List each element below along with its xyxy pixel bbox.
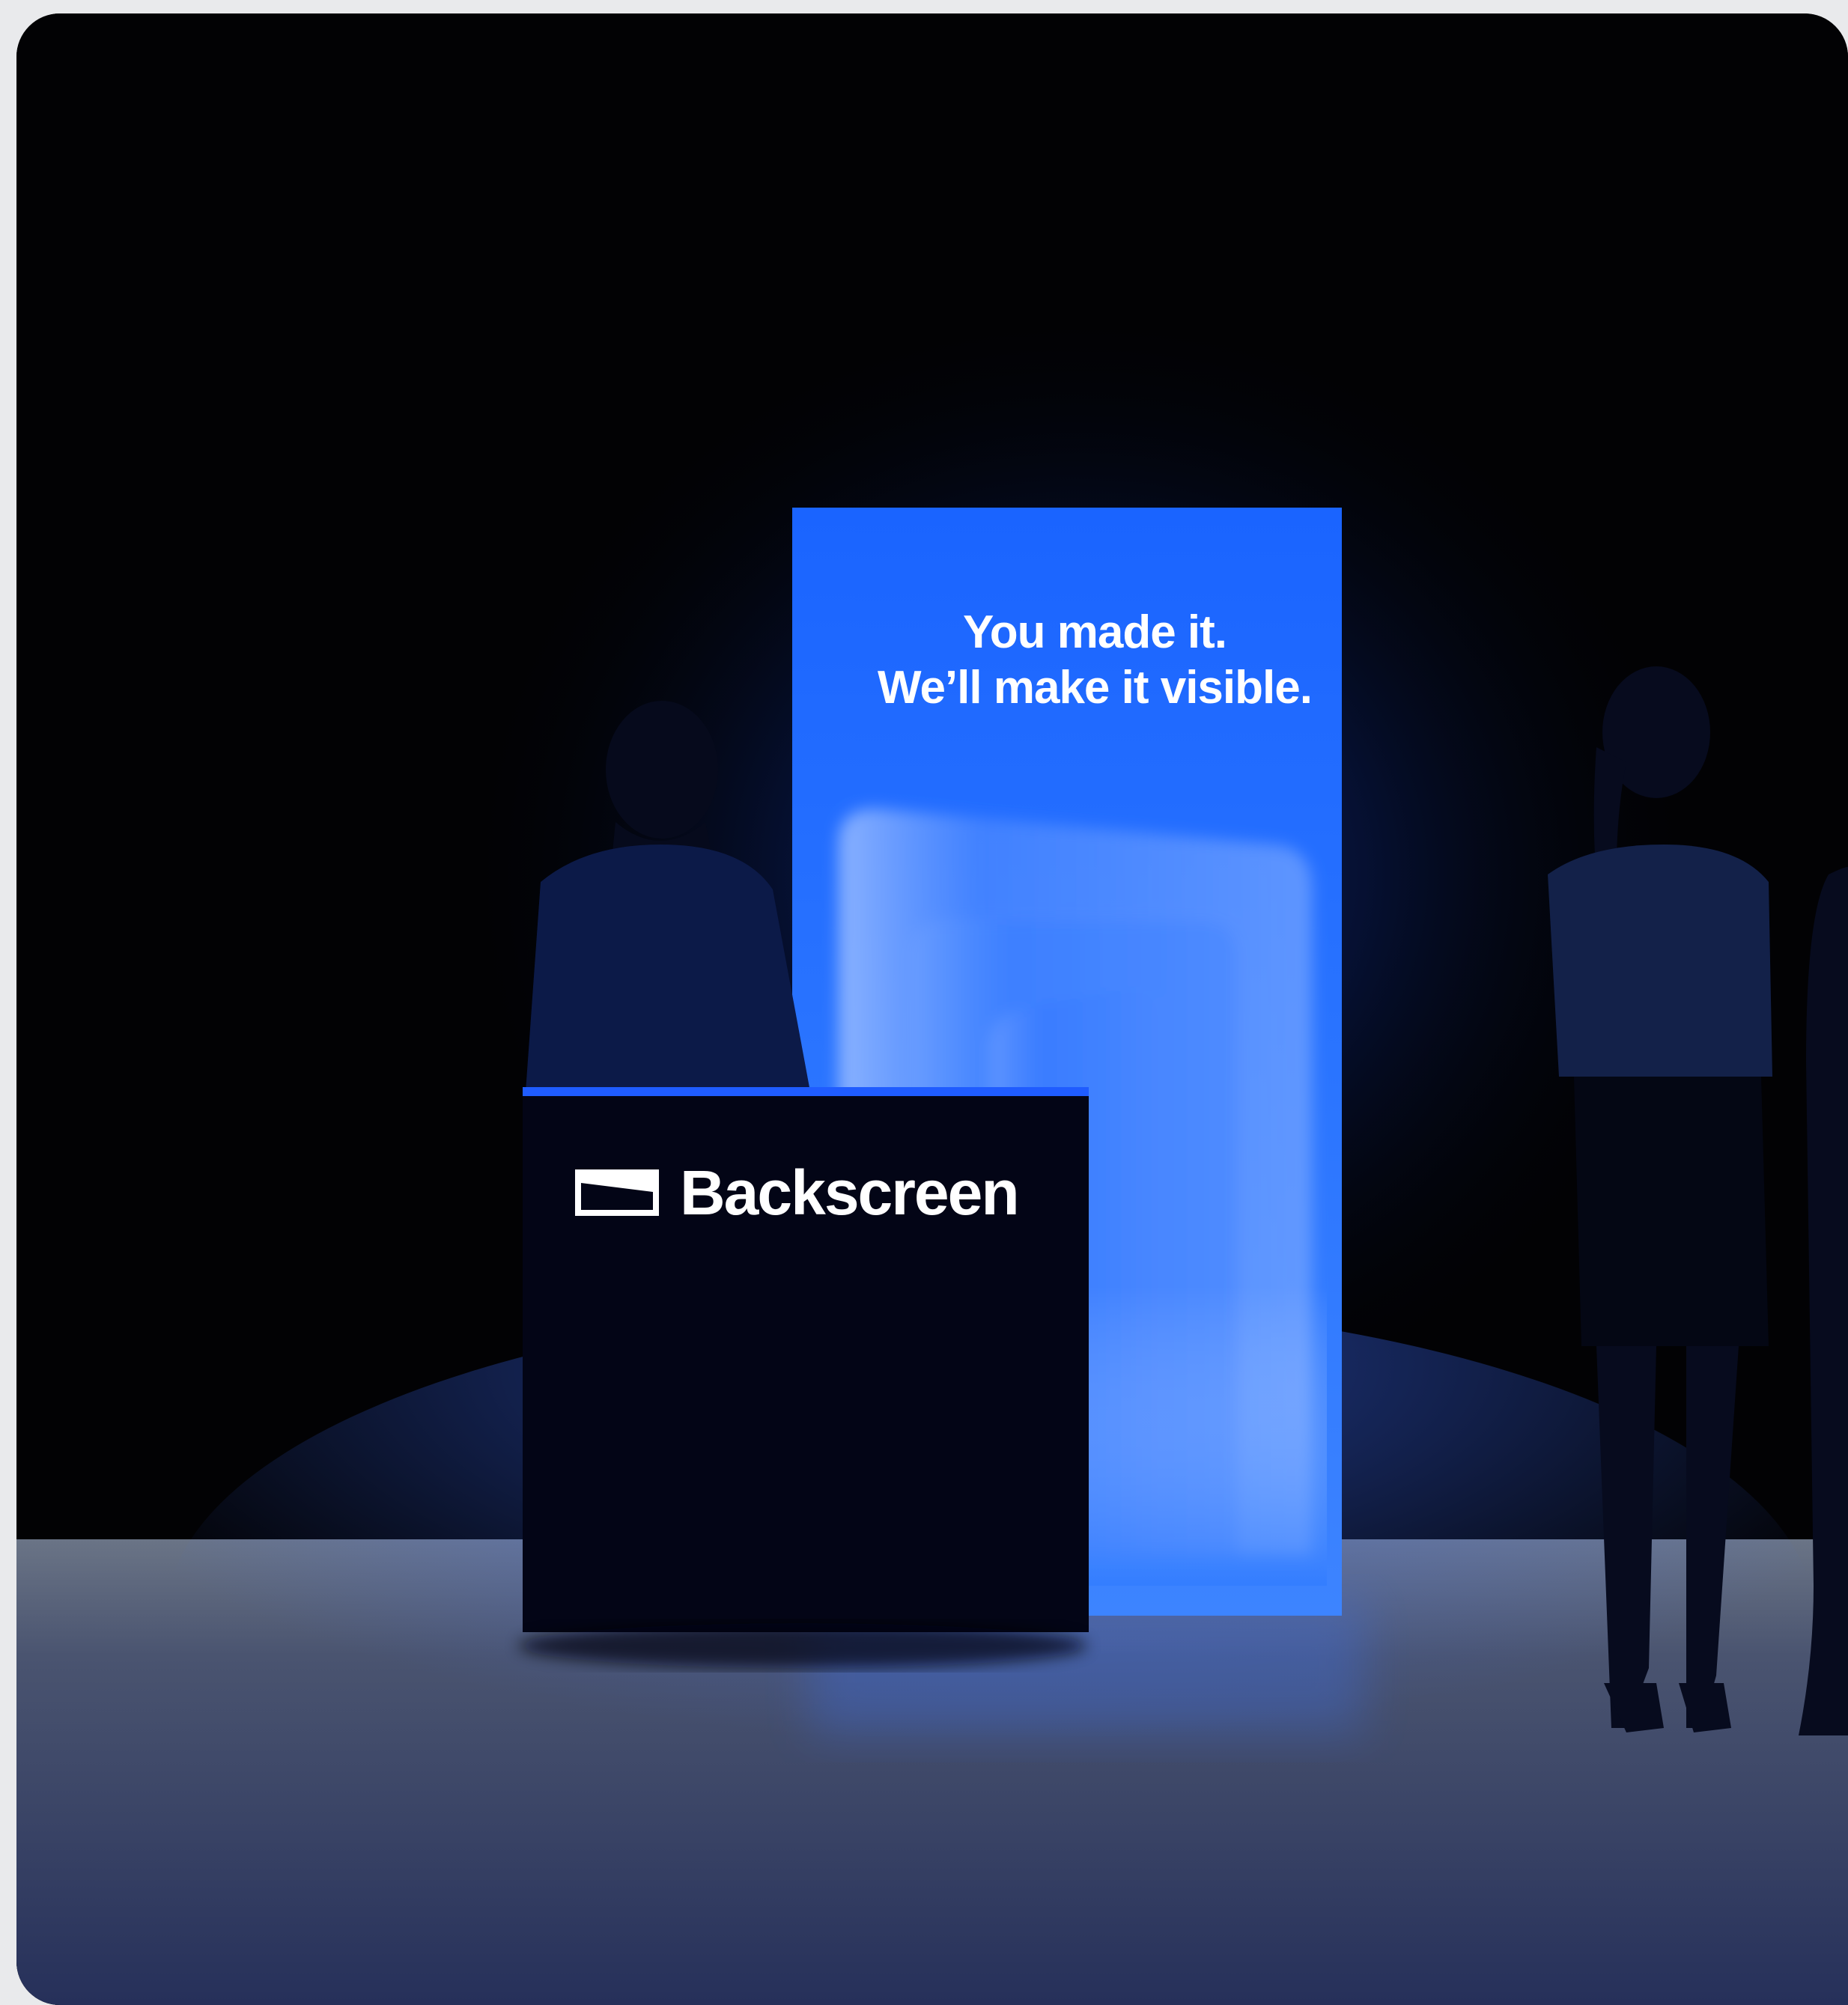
panel-headline: You made it. We’ll make it visible. bbox=[803, 605, 1387, 716]
panel-headline-line-2: We’ll make it visible. bbox=[878, 662, 1313, 714]
panel-headline-line-1: You made it. bbox=[962, 606, 1227, 658]
exhibition-scene bbox=[16, 13, 1848, 2005]
counter-brand: Backscreen bbox=[575, 1151, 1020, 1234]
screen-icon bbox=[575, 1169, 659, 1216]
photo-card: You made it. We’ll make it visible. Back… bbox=[16, 13, 1848, 2005]
brand-name: Backscreen bbox=[680, 1157, 1020, 1228]
